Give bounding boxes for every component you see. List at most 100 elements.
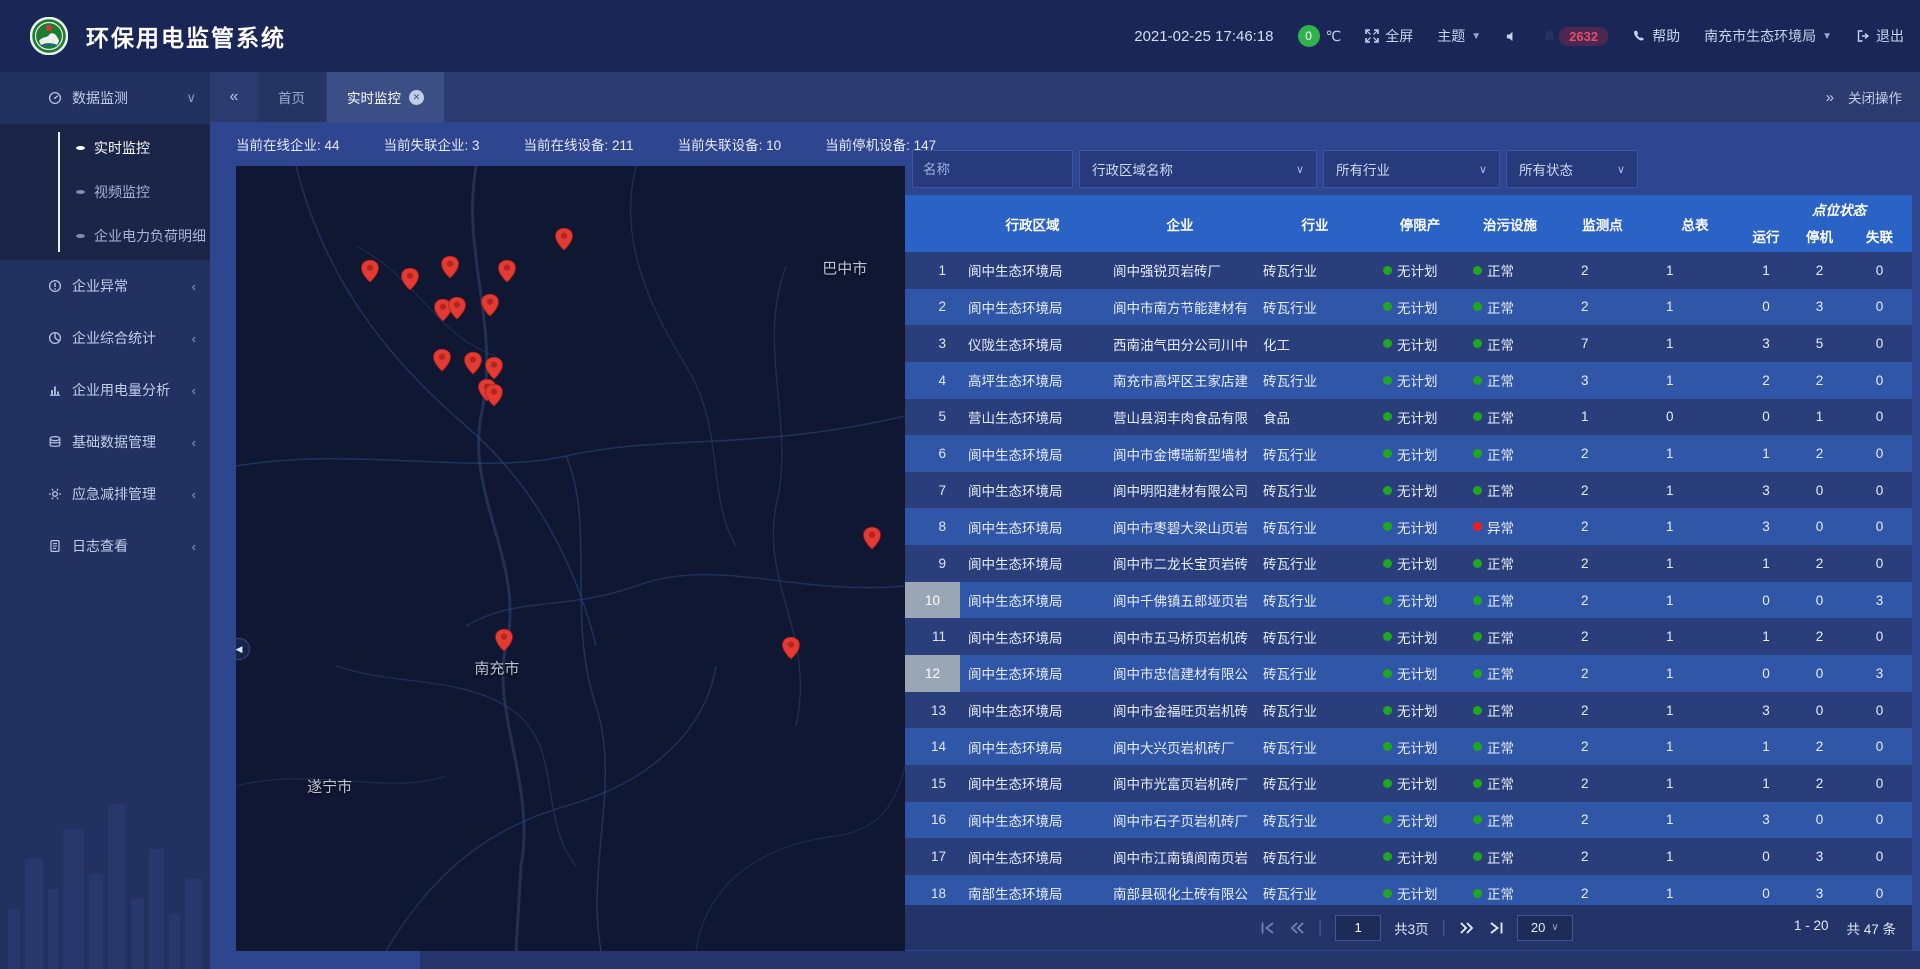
status-select[interactable]: 所有状态 ∨ <box>1506 150 1638 188</box>
table-row-17[interactable]: 17阆中生态环境局阆中市江南镇阆南页岩砖瓦行业无计划正常21030 <box>905 838 1912 875</box>
table-row-5[interactable]: 5营山生态环境局营山县润丰肉食品有限食品无计划正常10010 <box>905 399 1912 436</box>
temperature-badge: 0 <box>1298 25 1320 47</box>
alert-icon <box>48 279 62 293</box>
tab-close-icon[interactable]: ✕ <box>409 90 424 105</box>
page-size-value: 20 <box>1531 920 1545 935</box>
facility-status-label: 正常 <box>1487 737 1514 757</box>
sidebar-item-5[interactable]: 应急减排管理‹ <box>0 468 210 520</box>
user-dropdown[interactable]: 南充市生态环境局 ▼ <box>1704 26 1832 46</box>
sidebar-item-1[interactable]: 企业异常‹ <box>0 260 210 312</box>
cell-limit: 无计划 <box>1375 692 1465 729</box>
cell-points: 2 <box>1555 802 1650 839</box>
close-operations-button[interactable]: 关闭操作 <box>1848 87 1902 107</box>
col-stop: 停机 <box>1792 226 1847 246</box>
status-dot-icon <box>1383 522 1392 531</box>
prev-page-button[interactable] <box>1289 921 1305 935</box>
cell-stop: 0 <box>1792 692 1847 729</box>
first-page-button[interactable] <box>1260 921 1276 935</box>
table-row-14[interactable]: 14阆中生态环境局阆中大兴页岩机砖厂砖瓦行业无计划正常21120 <box>905 728 1912 765</box>
cell-lost: 0 <box>1847 802 1912 839</box>
sidebar-item-3[interactable]: 企业用电量分析‹ <box>0 364 210 416</box>
cell-company: 阆中明阳建材有限公司 <box>1105 472 1255 509</box>
table-row-12[interactable]: 12阆中生态环境局阆中市忠信建材有限公砖瓦行业无计划正常21003 <box>905 655 1912 692</box>
cell-lost: 3 <box>1847 655 1912 692</box>
cell-points: 2 <box>1555 472 1650 509</box>
map-pin-7[interactable] <box>479 291 501 321</box>
sidebar-item-0[interactable]: 数据监测∨ <box>0 72 210 124</box>
table-row-10[interactable]: 10阆中生态环境局阆中千佛镇五郎垭页岩砖瓦行业无计划正常21003 <box>905 582 1912 619</box>
table-row-16[interactable]: 16阆中生态环境局阆中市石子页岩机砖厂砖瓦行业无计划正常21300 <box>905 802 1912 839</box>
cell-rownum: 18 <box>905 875 960 905</box>
table-row-7[interactable]: 7阆中生态环境局阆中明阳建材有限公司砖瓦行业无计划正常21300 <box>905 472 1912 509</box>
name-search-input[interactable] <box>912 150 1073 188</box>
map-pin-13[interactable] <box>861 523 883 553</box>
next-page-button[interactable] <box>1459 921 1475 935</box>
cell-industry: 砖瓦行业 <box>1255 252 1375 289</box>
table-row-4[interactable]: 4高坪生态环境局南充市高坪区王家店建砖瓦行业无计划正常31220 <box>905 362 1912 399</box>
map-pin-1[interactable] <box>399 264 421 294</box>
sidebar-subitem-视频监控[interactable]: 视频监控 <box>0 170 210 214</box>
sidebar-subitem-实时监控[interactable]: 实时监控 <box>0 126 210 170</box>
table-row-11[interactable]: 11阆中生态环境局阆中市五马桥页岩机砖砖瓦行业无计划正常21120 <box>905 618 1912 655</box>
tabs-scroll-left-button[interactable]: « <box>210 88 258 106</box>
map-pin-icon <box>446 293 468 323</box>
table-row-15[interactable]: 15阆中生态环境局阆中市光富页岩机砖厂砖瓦行业无计划正常21120 <box>905 765 1912 802</box>
cell-points: 2 <box>1555 582 1650 619</box>
map-pin-8[interactable] <box>431 346 453 376</box>
map-panel[interactable]: 巴中市南充市遂宁市 ◀ <box>236 166 905 951</box>
status-dot-icon <box>1383 852 1392 861</box>
theme-dropdown[interactable]: 主题 ▼ <box>1437 26 1481 46</box>
cell-company: 阆中市二龙长宝页岩砖 <box>1105 545 1255 582</box>
facility-status-label: 正常 <box>1487 773 1514 793</box>
tabs-scroll-right-button[interactable]: » <box>1826 89 1834 106</box>
map-pin-4[interactable] <box>553 225 575 255</box>
sidebar-item-2[interactable]: 企业综合统计‹ <box>0 312 210 364</box>
industry-select[interactable]: 所有行业 ∨ <box>1323 150 1500 188</box>
tab-实时监控[interactable]: 实时监控✕ <box>327 72 444 122</box>
map-pin-14[interactable] <box>780 633 802 663</box>
map-pin-12[interactable] <box>483 380 505 410</box>
status-dot-icon <box>1473 742 1482 751</box>
map-pin-6[interactable] <box>446 293 468 323</box>
theme-label: 主题 <box>1437 26 1465 46</box>
table-row-1[interactable]: 1阆中生态环境局阆中强锐页岩砖厂砖瓦行业无计划正常21120 <box>905 252 1912 289</box>
page-number-input[interactable] <box>1335 915 1381 941</box>
mute-button[interactable] <box>1505 30 1518 43</box>
map-pin-2[interactable] <box>439 252 461 282</box>
status-dot-icon <box>1383 706 1392 715</box>
cell-facility: 正常 <box>1465 692 1555 729</box>
table-row-8[interactable]: 8阆中生态环境局阆中市枣碧大梁山页岩砖瓦行业无计划异常21300 <box>905 508 1912 545</box>
sidebar-subitem-企业电力负荷明细[interactable]: 企业电力负荷明细 <box>0 214 210 258</box>
help-button[interactable]: 帮助 <box>1632 26 1680 46</box>
map-pin-3[interactable] <box>496 256 518 286</box>
table-row-2[interactable]: 2阆中生态环境局阆中市南方节能建材有砖瓦行业无计划正常21030 <box>905 289 1912 326</box>
record-total-label: 共 47 条 <box>1846 918 1896 938</box>
table-row-13[interactable]: 13阆中生态环境局阆中市金福旺页岩机砖砖瓦行业无计划正常21300 <box>905 692 1912 729</box>
col-run: 运行 <box>1740 226 1792 246</box>
map-pin-15[interactable] <box>493 625 515 655</box>
table-row-18[interactable]: 18南部生态环境局南部县砚化土砖有限公砖瓦行业无计划正常21030 <box>905 875 1912 905</box>
tab-首页[interactable]: 首页 <box>258 72 325 122</box>
logout-button[interactable]: 退出 <box>1856 26 1904 46</box>
table-row-6[interactable]: 6阆中生态环境局阆中市金博瑞新型墙材砖瓦行业无计划正常21120 <box>905 435 1912 472</box>
map-pin-0[interactable] <box>359 256 381 286</box>
cell-limit: 无计划 <box>1375 435 1465 472</box>
sidebar-item-4[interactable]: 基础数据管理‹ <box>0 416 210 468</box>
notifications-button[interactable]: 2632 <box>1542 27 1608 46</box>
cell-region: 高坪生态环境局 <box>960 362 1105 399</box>
status-dot-icon <box>1473 339 1482 348</box>
table-row-3[interactable]: 3仪陇生态环境局西南油气田分公司川中化工无计划正常71350 <box>905 325 1912 362</box>
map-pin-9[interactable] <box>462 348 484 378</box>
map-pin-icon <box>483 380 505 410</box>
sidebar-item-6[interactable]: 日志查看‹ <box>0 520 210 572</box>
fullscreen-button[interactable]: 全屏 <box>1365 26 1413 46</box>
cell-lost: 0 <box>1847 508 1912 545</box>
cell-facility: 正常 <box>1465 618 1555 655</box>
page-size-select[interactable]: 20 ∨ <box>1517 915 1573 941</box>
sidebar-item-label: 企业综合统计 <box>72 328 182 348</box>
region-select[interactable]: 行政区域名称 ∨ <box>1079 150 1317 188</box>
cell-limit: 无计划 <box>1375 655 1465 692</box>
chevron-left-icon: ‹ <box>192 383 196 398</box>
last-page-button[interactable] <box>1488 921 1504 935</box>
table-row-9[interactable]: 9阆中生态环境局阆中市二龙长宝页岩砖砖瓦行业无计划正常21120 <box>905 545 1912 582</box>
